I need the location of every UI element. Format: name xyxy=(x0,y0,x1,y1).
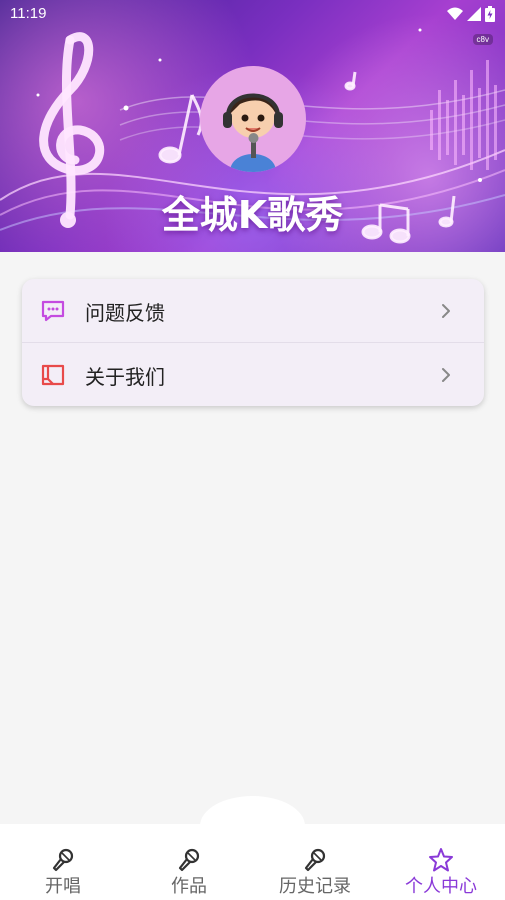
microphone-icon xyxy=(304,848,326,872)
menu-item-about[interactable]: 关于我们 xyxy=(22,342,484,405)
tab-works[interactable]: 作品 xyxy=(126,824,252,900)
tab-label: 作品 xyxy=(171,876,207,897)
menu-item-feedback[interactable]: 问题反馈 xyxy=(22,279,484,342)
chevron-right-icon xyxy=(442,304,450,318)
microphone-icon xyxy=(178,848,200,872)
status-time: 11:19 xyxy=(10,5,47,22)
settings-menu-card: 问题反馈 关于我们 xyxy=(22,279,484,406)
menu-item-label: 关于我们 xyxy=(85,365,165,389)
chevron-right-icon xyxy=(442,368,450,382)
build-badge: c8v xyxy=(472,34,493,45)
menu-item-label: 问题反馈 xyxy=(85,301,165,325)
tab-label: 开唱 xyxy=(45,876,81,897)
tab-label: 历史记录 xyxy=(279,876,351,897)
battery-icon xyxy=(485,6,495,22)
star-icon xyxy=(429,848,453,872)
tab-sing[interactable]: 开唱 xyxy=(0,824,126,900)
about-book-icon xyxy=(41,364,65,386)
tab-label: 个人中心 xyxy=(405,876,477,897)
tab-profile[interactable]: 个人中心 xyxy=(378,824,504,900)
singer-avatar-icon xyxy=(223,93,283,172)
wifi-icon xyxy=(447,7,463,20)
app-title: 全城K歌秀 xyxy=(161,193,344,237)
status-bar: 11:19 xyxy=(0,0,505,28)
profile-header-banner: 11:19 c8v 全城K歌秀 xyxy=(0,0,505,252)
avatar[interactable] xyxy=(200,66,306,172)
tab-history[interactable]: 历史记录 xyxy=(252,824,378,900)
microphone-icon xyxy=(52,848,74,872)
bottom-nav: 开唱 作品 历史记录 个人中心 xyxy=(0,824,505,900)
signal-icon xyxy=(467,7,481,21)
feedback-chat-icon xyxy=(41,300,65,322)
